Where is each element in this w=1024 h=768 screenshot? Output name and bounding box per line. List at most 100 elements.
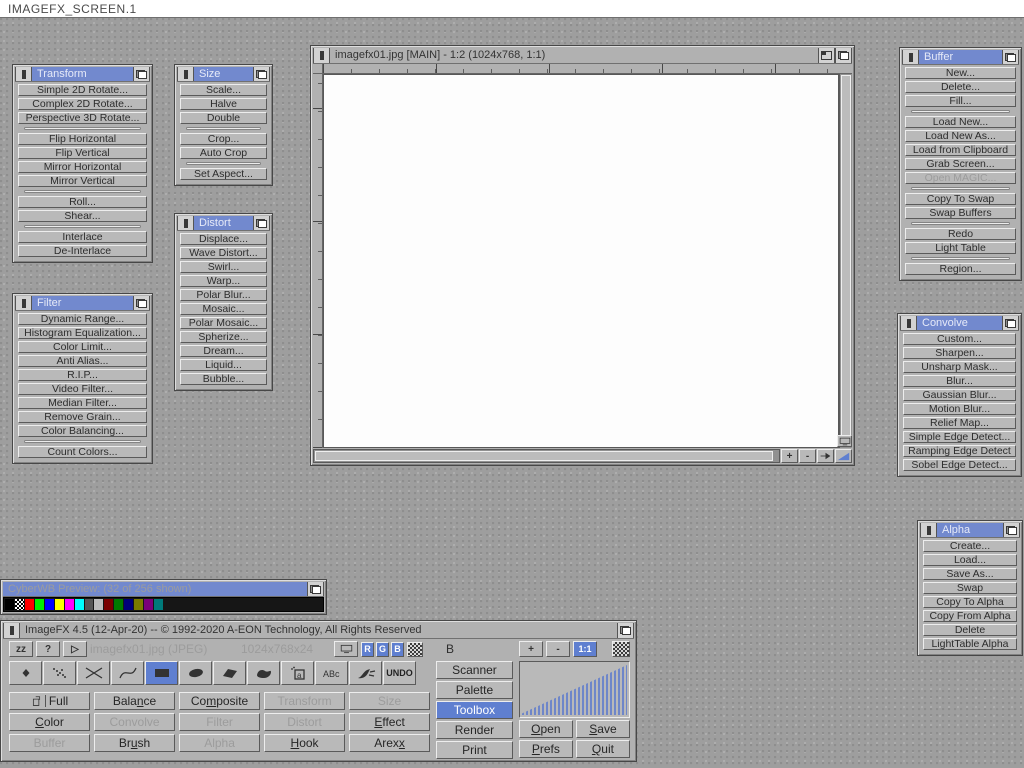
sobel-edge-detect-button[interactable]: Sobel Edge Detect... <box>903 459 1016 471</box>
close-gadget[interactable] <box>3 623 20 638</box>
prefs-button[interactable]: Prefs <box>519 740 573 758</box>
depth-gadget[interactable] <box>253 216 270 230</box>
effect-button[interactable]: Effect <box>349 713 430 731</box>
anti-alias-button[interactable]: Anti Alias... <box>18 355 147 367</box>
depth-gadget[interactable] <box>133 296 150 310</box>
warp-button[interactable]: Warp... <box>180 275 267 287</box>
palette-swatch-29[interactable] <box>293 599 302 610</box>
halve-button[interactable]: Halve <box>180 98 267 110</box>
palette-swatch-13[interactable] <box>134 599 143 610</box>
wave-distort-button[interactable]: Wave Distort... <box>180 247 267 259</box>
depth-gadget[interactable] <box>253 67 270 81</box>
screen-button[interactable] <box>334 641 358 657</box>
load-button[interactable]: Load... <box>923 554 1017 566</box>
close-gadget[interactable] <box>15 67 32 81</box>
polar-blur-button[interactable]: Polar Blur... <box>180 289 267 301</box>
r-i-p-button[interactable]: R.I.P... <box>18 369 147 381</box>
palette-swatch-24[interactable] <box>244 599 253 610</box>
zoom-display-button[interactable] <box>835 449 852 463</box>
close-gadget[interactable] <box>313 48 330 63</box>
grab-screen-button[interactable]: Grab Screen... <box>905 158 1016 170</box>
palette-swatch-4[interactable] <box>45 599 54 610</box>
zoom-ratio-button[interactable]: 1:1 <box>573 641 597 657</box>
dynamic-range-button[interactable]: Dynamic Range... <box>18 313 147 325</box>
interlace-button[interactable]: Interlace <box>18 231 147 243</box>
sleep-button[interactable]: zz <box>9 641 33 657</box>
median-filter-button[interactable]: Median Filter... <box>18 397 147 409</box>
load-new-button[interactable]: Load New... <box>905 116 1016 128</box>
smear-tool[interactable] <box>349 661 382 685</box>
swirl-button[interactable]: Swirl... <box>180 261 267 273</box>
palette-swatch-21[interactable] <box>214 599 223 610</box>
de-interlace-button[interactable]: De-Interlace <box>18 245 147 257</box>
alpha-pattern-button[interactable] <box>407 642 423 657</box>
pan-button[interactable] <box>817 449 834 463</box>
copy-to-swap-button[interactable]: Copy To Swap <box>905 193 1016 205</box>
box-tool[interactable] <box>145 661 178 685</box>
horizontal-scroll-thumb[interactable] <box>315 451 773 461</box>
transform-titlebar[interactable]: Transform <box>15 67 150 82</box>
roll-button[interactable]: Roll... <box>18 196 147 208</box>
quit-button[interactable]: Quit <box>576 740 630 758</box>
palette-swatch-28[interactable] <box>283 599 292 610</box>
palette-button[interactable]: Palette <box>436 681 513 699</box>
run-button[interactable]: ▷ <box>63 641 87 657</box>
liquid-button[interactable]: Liquid... <box>180 359 267 371</box>
composite-button[interactable]: Composite <box>179 692 260 710</box>
point-tool[interactable] <box>9 661 42 685</box>
depth-gadget[interactable] <box>1003 523 1020 537</box>
channel-b-button[interactable]: B <box>391 642 404 657</box>
palette-swatch-19[interactable] <box>194 599 203 610</box>
render-button[interactable]: Render <box>436 721 513 739</box>
custom-button[interactable]: Custom... <box>903 333 1016 345</box>
palette-swatch-30[interactable] <box>303 599 312 610</box>
mirror-vertical-button[interactable]: Mirror Vertical <box>18 175 147 187</box>
palette-swatch-14[interactable] <box>144 599 153 610</box>
color-limit-button[interactable]: Color Limit... <box>18 341 147 353</box>
channel-r-button[interactable]: R <box>361 642 374 657</box>
arexx-button[interactable]: Arexx <box>349 734 430 752</box>
displace-button[interactable]: Displace... <box>180 233 267 245</box>
set-aspect-button[interactable]: Set Aspect... <box>180 168 267 180</box>
palette-swatch-9[interactable] <box>94 599 103 610</box>
palette-swatch-11[interactable] <box>114 599 123 610</box>
hook-button[interactable]: Hook <box>264 734 345 752</box>
swap-button[interactable]: Swap <box>923 582 1017 594</box>
spherize-button[interactable]: Spherize... <box>180 331 267 343</box>
color-balancing-button[interactable]: Color Balancing... <box>18 425 147 437</box>
palette-swatch-25[interactable] <box>253 599 262 610</box>
delete-button[interactable]: Delete <box>923 624 1017 636</box>
ramping-edge-detect-button[interactable]: Ramping Edge Detect <box>903 445 1016 457</box>
mirror-horizontal-button[interactable]: Mirror Horizontal <box>18 161 147 173</box>
line-tool[interactable] <box>77 661 110 685</box>
balance-button[interactable]: Balance <box>94 692 175 710</box>
open-button[interactable]: Open <box>519 720 573 738</box>
copy-from-alpha-button[interactable]: Copy From Alpha <box>923 610 1017 622</box>
gaussian-blur-button[interactable]: Gaussian Blur... <box>903 389 1016 401</box>
close-gadget[interactable] <box>902 50 919 64</box>
palette-swatch-27[interactable] <box>273 599 282 610</box>
simple-edge-detect-button[interactable]: Simple Edge Detect... <box>903 431 1016 443</box>
full-button[interactable]: Full <box>9 692 90 710</box>
flip-horizontal-button[interactable]: Flip Horizontal <box>18 133 147 145</box>
distort-titlebar[interactable]: Distort <box>177 216 270 231</box>
size-titlebar[interactable]: Size <box>177 67 270 82</box>
color-button[interactable]: Color <box>9 713 90 731</box>
alpha-titlebar[interactable]: Alpha <box>920 523 1020 538</box>
flip-vertical-button[interactable]: Flip Vertical <box>18 147 147 159</box>
palette-swatch-5[interactable] <box>55 599 64 610</box>
double-button[interactable]: Double <box>180 112 267 124</box>
palette-swatch-2[interactable] <box>25 599 34 610</box>
crop-button[interactable]: Crop... <box>180 133 267 145</box>
palette-swatch-8[interactable] <box>85 599 94 610</box>
zoom-gadget[interactable] <box>818 48 835 63</box>
palette-swatch-1[interactable] <box>15 599 24 610</box>
zoom-in-button[interactable]: + <box>781 449 798 463</box>
vertical-scrollbar[interactable] <box>839 74 852 448</box>
close-gadget[interactable] <box>177 67 194 81</box>
airbrush-tool[interactable] <box>43 661 76 685</box>
sharpen-button[interactable]: Sharpen... <box>903 347 1016 359</box>
depth-gadget[interactable] <box>1002 316 1019 330</box>
lighttable-alpha-button[interactable]: LightTable Alpha <box>923 638 1017 650</box>
palette-swatch-12[interactable] <box>124 599 133 610</box>
